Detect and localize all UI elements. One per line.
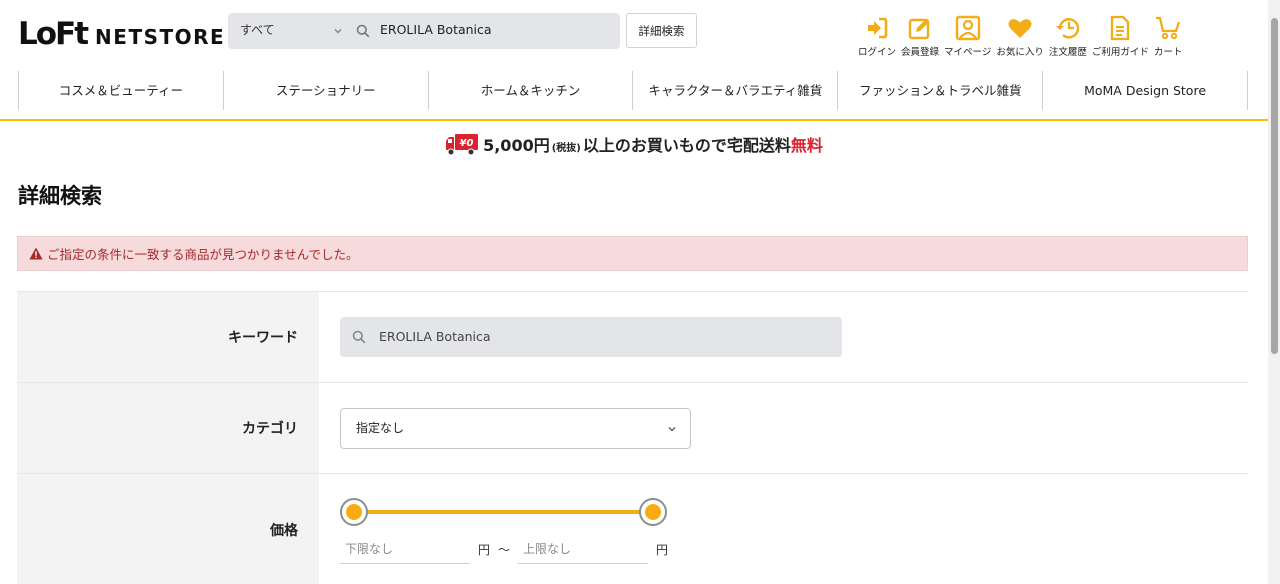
alert-message: ご指定の条件に一致する商品が見つかりませんでした。 [47, 247, 359, 262]
logo-text: NETSTORE [95, 25, 226, 49]
mypage-link[interactable]: マイページ [944, 14, 991, 58]
scrollbar-thumb[interactable] [1271, 18, 1278, 354]
price-min-unit: 円 [478, 542, 491, 557]
cart-icon [1156, 16, 1181, 40]
price-max-input[interactable] [518, 534, 649, 564]
price-field-cell: 円 ～ 円 [319, 474, 1248, 584]
category-label: カテゴリ [17, 383, 319, 473]
keyword-value: EROLILA Botanica [379, 329, 491, 344]
category-select[interactable]: 指定なし [340, 408, 691, 449]
util-label: マイページ [944, 47, 992, 58]
category-select-value: 指定なし [356, 421, 405, 435]
utility-nav: ログイン 会員登録 マイページ お気に入り 注文履歴 ご利用ガイド カート [858, 14, 1187, 58]
chevron-down-icon [668, 426, 676, 432]
category-nav-home-kitchen[interactable]: ホーム＆キッチン [427, 71, 633, 110]
shipping-middle: 以上のお買いもので宅配送料 [582, 136, 791, 155]
chevron-down-icon [334, 28, 342, 34]
delivery-truck-icon: ¥0 [446, 134, 479, 156]
guide-link[interactable]: ご利用ガイド [1092, 14, 1149, 58]
free-shipping-banner[interactable]: ¥0 5,000円 (税抜) 以上のお買いもので宅配送料 無料 [0, 130, 1268, 158]
advanced-search-form: キーワード EROLILA Botanica カテゴリ 指定なし 価格 下限なし… [17, 291, 1248, 584]
price-inputs: 円 ～ 円 [340, 534, 668, 564]
category-nav-fashion-travel[interactable]: ファッション＆トラベル雑貨 [837, 71, 1042, 110]
search-input[interactable]: EROLILA Botanica [380, 13, 492, 49]
favorites-link[interactable]: お気に入り [996, 14, 1044, 58]
category-nav-moma[interactable]: MoMA Design Store [1042, 71, 1248, 110]
search-category-select[interactable]: すべて [240, 13, 275, 49]
login-link[interactable]: ログイン [858, 14, 896, 58]
search-icon[interactable] [356, 24, 370, 38]
category-row: カテゴリ 指定なし [17, 382, 1248, 473]
loft-logo[interactable]: LoFt NETSTORE [18, 14, 225, 50]
keyword-input[interactable]: EROLILA Botanica [340, 317, 842, 357]
truck-label: ¥0 [460, 138, 474, 149]
keyword-field-cell: EROLILA Botanica [319, 292, 1248, 382]
price-slider-max-handle[interactable] [639, 498, 667, 526]
price-row: 価格 円 ～ 円 [17, 473, 1248, 584]
nav-divider [0, 119, 1268, 121]
search-icon [352, 330, 366, 344]
shipping-tax-note: (税抜) [551, 143, 581, 154]
category-nav-stationery[interactable]: ステーショナリー [222, 71, 428, 110]
price-slider-min-handle[interactable] [340, 498, 368, 526]
logo-mark: LoFt [18, 16, 89, 52]
guide-icon [1111, 15, 1130, 41]
util-label: お気に入り [996, 47, 1044, 58]
category-nav: コスメ＆ビューティー ステーショナリー ホーム＆キッチン キャラクター＆バラエテ… [18, 71, 1248, 110]
warning-icon [29, 247, 43, 260]
order-history-link[interactable]: 注文履歴 [1049, 14, 1087, 58]
category-field-cell: 指定なし [319, 383, 1248, 473]
register-icon [908, 18, 930, 40]
util-label: ご利用ガイド [1091, 47, 1149, 58]
price-min-input[interactable] [340, 534, 470, 564]
login-icon [868, 17, 888, 39]
keyword-label: キーワード [17, 292, 319, 382]
advanced-search-button[interactable]: 詳細検索 [626, 13, 697, 48]
price-range-slider[interactable] [340, 496, 667, 528]
site-header: LoFt NETSTORE すべて EROLILA Botanica 詳細検索 … [0, 0, 1268, 70]
util-label: 会員登録 [901, 47, 940, 58]
page-scrollbar[interactable] [1268, 0, 1280, 584]
heart-icon [1008, 19, 1032, 38]
shipping-amount: 5,000円 [483, 136, 550, 155]
price-label: 価格 [17, 474, 319, 584]
register-link[interactable]: 会員登録 [901, 14, 939, 58]
shipping-free: 無料 [790, 136, 823, 155]
util-label: 注文履歴 [1048, 47, 1087, 58]
mypage-icon [955, 15, 980, 41]
util-label: ログイン [858, 47, 897, 58]
category-nav-character[interactable]: キャラクター＆バラエティ雑貨 [632, 71, 837, 110]
price-slider-track [354, 510, 653, 514]
category-nav-cosme[interactable]: コスメ＆ビューティー [18, 71, 223, 110]
util-label: カート [1153, 47, 1183, 58]
price-separator: ～ [498, 542, 511, 557]
shipping-text: 5,000円 (税抜) 以上のお買いもので宅配送料 無料 [483, 132, 823, 156]
history-icon [1055, 18, 1079, 39]
price-max-unit: 円 [656, 542, 669, 557]
header-search[interactable]: すべて EROLILA Botanica [228, 13, 620, 49]
cart-link[interactable]: カート [1153, 14, 1183, 58]
no-results-alert: ご指定の条件に一致する商品が見つかりませんでした。 [17, 236, 1248, 271]
page-title: 詳細検索 [18, 184, 102, 208]
keyword-row: キーワード EROLILA Botanica [17, 291, 1248, 382]
